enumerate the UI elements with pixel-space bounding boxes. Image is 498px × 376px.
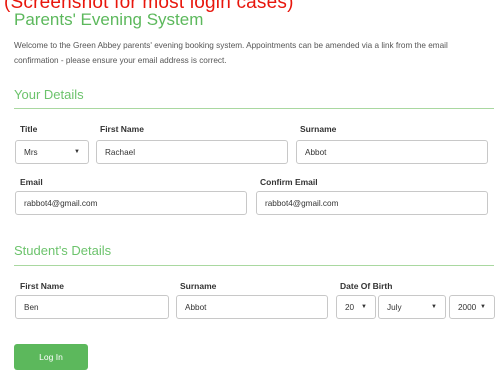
intro-text: Welcome to the Green Abbey parents' even…: [14, 41, 448, 65]
title-label: Title: [20, 124, 38, 134]
dob-day-value: 20: [345, 302, 355, 312]
section-divider: [14, 108, 494, 109]
dob-year-value: 2000: [458, 302, 477, 312]
dob-label: Date Of Birth: [340, 281, 393, 291]
student-surname-input[interactable]: Abbot: [176, 295, 328, 319]
email-label: Email: [20, 177, 43, 187]
surname-label: Surname: [300, 124, 337, 134]
dob-year-select[interactable]: 2000 ▼: [449, 295, 495, 319]
dob-month-select[interactable]: July ▼: [378, 295, 446, 319]
confirm-email-label: Confirm Email: [260, 177, 318, 187]
section-divider: [14, 265, 494, 266]
dob-day-select[interactable]: 20 ▼: [336, 295, 376, 319]
caret-down-icon: ▼: [431, 304, 437, 310]
dob-month-value: July: [387, 302, 402, 312]
login-button[interactable]: Log In: [14, 344, 88, 370]
first-name-input[interactable]: Rachael: [96, 140, 288, 164]
caret-down-icon: ▼: [74, 149, 80, 155]
title-select-value: Mrs: [24, 147, 38, 157]
caret-down-icon: ▼: [361, 304, 367, 310]
email-input[interactable]: rabbot4@gmail.com: [15, 191, 247, 215]
surname-input[interactable]: Abbot: [296, 140, 488, 164]
student-surname-label: Surname: [180, 281, 217, 291]
your-details-heading: Your Details: [14, 87, 84, 102]
page-title: Parents' Evening System: [14, 10, 204, 29]
title-select[interactable]: Mrs ▼: [15, 140, 89, 164]
student-first-name-label: First Name: [20, 281, 64, 291]
confirm-email-input[interactable]: rabbot4@gmail.com: [256, 191, 488, 215]
student-first-name-input[interactable]: Ben: [15, 295, 169, 319]
first-name-label: First Name: [100, 124, 144, 134]
student-details-heading: Student's Details: [14, 243, 112, 258]
caret-down-icon: ▼: [480, 304, 486, 310]
